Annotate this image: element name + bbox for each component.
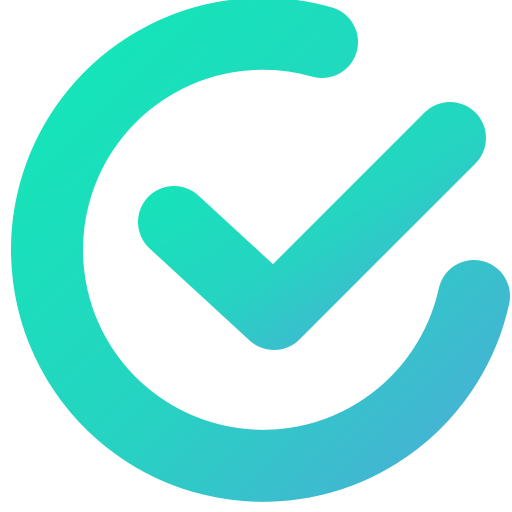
ring-arc-icon bbox=[11, 0, 510, 502]
checkmark-icon bbox=[138, 102, 486, 350]
icon-canvas bbox=[0, 0, 512, 512]
check-circle-logo-icon bbox=[11, 0, 510, 502]
